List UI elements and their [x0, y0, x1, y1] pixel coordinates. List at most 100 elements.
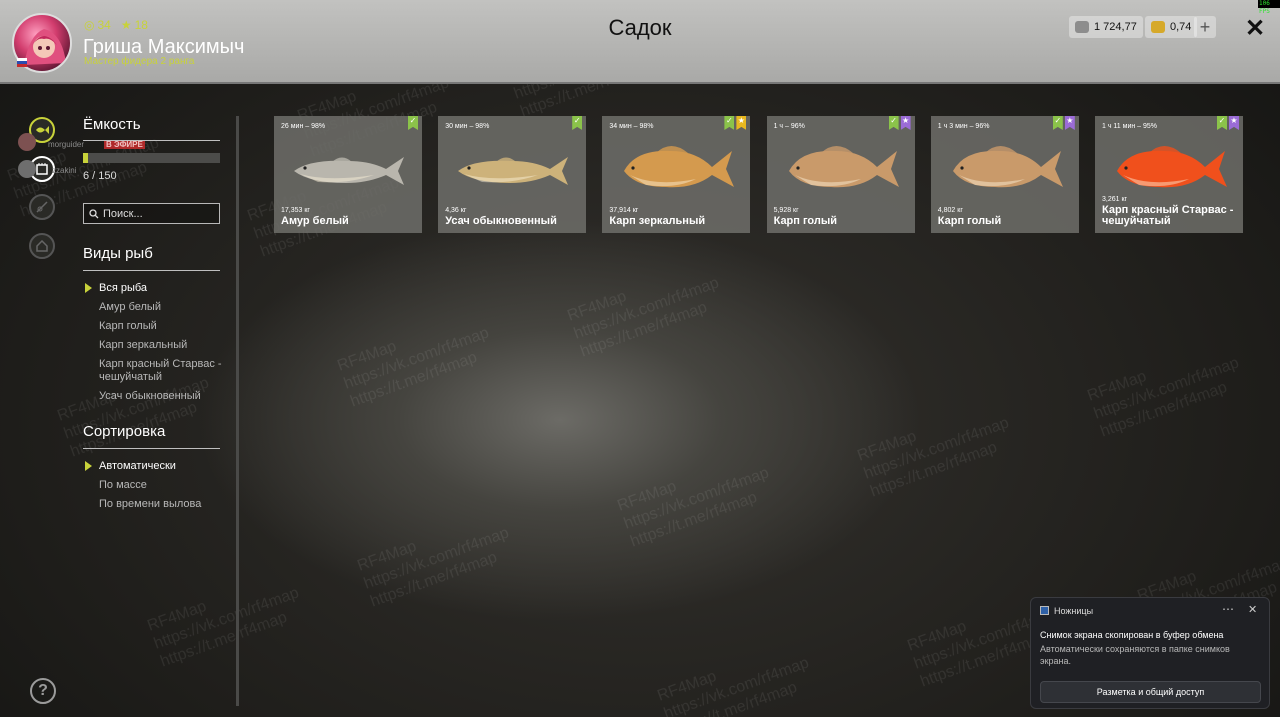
fish-fin	[332, 157, 352, 162]
fish-eye	[467, 166, 471, 170]
species-filter-item[interactable]: Карп зеркальный	[83, 339, 233, 352]
fish-weight: 5,928 кг	[773, 207, 799, 214]
fish-eye	[631, 166, 635, 170]
fish-card[interactable]: 1 ч 3 мин – 96% ✓ ★ 4,802 кг Карп голый	[930, 116, 1079, 233]
fish-name: Карп зеркальный	[609, 215, 706, 227]
species-filter-item[interactable]: Карп голый	[83, 320, 233, 333]
watermark-text: RF4Maphttps://vk.com/rf4maphttps://t.me/…	[335, 324, 492, 411]
toast-title: Снимок экрана скопирован в буфер обмена	[1040, 630, 1224, 640]
sort-option-item[interactable]: Автоматически	[83, 460, 233, 473]
markup-and-share-button[interactable]: Разметка и общий доступ	[1040, 681, 1261, 703]
fish-image	[788, 146, 899, 188]
fish-weight: 37,914 кг	[609, 207, 639, 214]
watermark-text: RF4Maphttps://vk.com/rf4maphttps://t.me/…	[565, 274, 722, 361]
species-filter-item[interactable]: Амур белый	[83, 301, 233, 314]
rod-icon[interactable]	[29, 194, 55, 220]
help-icon[interactable]: ?	[30, 678, 56, 704]
fish-fin	[820, 146, 853, 153]
divider	[83, 448, 220, 449]
silver-balance: 1 724,77	[1069, 16, 1143, 38]
fish-badges: ✓ ★	[724, 116, 747, 130]
player-rank: Мастер фидера 2 ранга	[84, 56, 195, 67]
fish-fin	[656, 146, 689, 153]
snipping-tool-notification: Ножницы ⋯ ✕ Снимок экрана скопирован в б…	[1030, 597, 1270, 709]
live-badge: В ЭФИРЕ	[104, 140, 145, 149]
catch-time-quality: 1 ч 11 мин – 95%	[1102, 123, 1158, 130]
fish-fin	[496, 157, 517, 162]
capacity-bar	[83, 153, 220, 163]
selected-arrow-icon	[85, 461, 92, 471]
fish-fin	[1149, 146, 1181, 153]
watermark-text: RF4Maphttps://vk.com/rf4maphttps://t.me/…	[1085, 354, 1242, 441]
species-filter-item[interactable]: Вся рыба	[83, 282, 233, 295]
species-filter-list: Вся рыба Амур белый Карп голый Карп зеркаль…	[83, 282, 233, 409]
fish-card[interactable]: 30 мин – 98% ✓ 4,36 кг Усач обыкновенный	[438, 116, 587, 233]
check-badge-icon: ✓	[888, 116, 899, 130]
search-input[interactable]: Поиск...	[83, 203, 220, 224]
fish-eye	[960, 166, 964, 170]
top-bar: ◎ 34 ★ 18 Гриша Максимыч Мастер фидера 2 р…	[0, 0, 1280, 84]
fish-weight: 17,353 кг	[281, 207, 310, 214]
fish-card[interactable]: 1 ч – 96% ✓ ★ 5,928 кг Карп голый	[766, 116, 915, 233]
rare-badge-icon: ★	[1229, 116, 1239, 130]
stream-user-avatar	[18, 133, 36, 151]
silver-coin-icon	[1075, 21, 1089, 33]
capacity-bar-fill	[83, 153, 89, 163]
fish-badges: ✓ ★	[1217, 116, 1239, 130]
fish-image	[294, 157, 404, 185]
capacity-heading: Ёмкость	[83, 116, 141, 133]
divider	[83, 140, 220, 141]
fish-weight: 4,802 кг	[937, 207, 963, 214]
fish-name: Карп голый	[937, 215, 1002, 227]
stream-user-name-2: zzakini	[52, 166, 77, 175]
gold-coin-icon	[1151, 21, 1165, 33]
stream-user-avatar-2	[18, 160, 36, 178]
check-badge-icon: ✓	[408, 116, 418, 130]
search-icon	[89, 208, 99, 218]
add-gold-button[interactable]: +	[1194, 16, 1216, 38]
check-badge-icon: ✓	[1217, 116, 1227, 130]
watermark-text: RF4Maphttps://vk.com/rf4maphttps://t.me/…	[145, 584, 302, 671]
home-icon[interactable]	[29, 233, 55, 259]
fish-eye	[795, 166, 800, 170]
country-flag-icon	[17, 58, 27, 67]
close-icon[interactable]: ✕	[1243, 14, 1267, 42]
toast-body: Автоматически сохраняются в папке снимко…	[1040, 644, 1230, 666]
toast-close-icon[interactable]: ✕	[1248, 603, 1257, 616]
catch-time-quality: 34 мин – 98%	[609, 123, 654, 130]
species-heading: Виды рыб	[83, 245, 153, 262]
species-filter-item[interactable]: Карп красный Старвас - чешуйчатый	[83, 358, 233, 384]
fish-weight: 4,36 кг	[445, 207, 467, 214]
trophy-badge-icon: ★	[736, 116, 747, 130]
toast-app-name: Ножницы	[1054, 606, 1094, 616]
divider	[83, 270, 220, 271]
catch-time-quality: 1 ч – 96%	[773, 123, 805, 130]
fish-weight: 3,261 кг	[1102, 196, 1128, 203]
fish-badges: ✓	[572, 116, 583, 130]
more-options-icon[interactable]: ⋯	[1222, 602, 1234, 616]
sort-option-item[interactable]: По массе	[83, 479, 233, 492]
sort-option-item[interactable]: По времени вылова	[83, 498, 233, 511]
fish-fin	[984, 146, 1017, 153]
fish-eye	[1124, 166, 1128, 170]
fish-badges: ✓ ★	[1052, 116, 1075, 130]
check-badge-icon: ✓	[572, 116, 583, 130]
watermark-text: RF4Maphttps://vk.com/rf4maphttps://t.me/…	[615, 464, 772, 551]
check-badge-icon: ✓	[1052, 116, 1063, 130]
watermark-text: RF4Maphttps://vk.com/rf4maphttps://t.me/…	[655, 654, 812, 717]
fish-name: Амур белый	[281, 215, 349, 227]
fish-image	[458, 157, 569, 185]
check-badge-icon: ✓	[724, 116, 735, 130]
fish-card[interactable]: 1 ч 11 мин – 95% ✓ ★ 3,261 кг Карп красный С…	[1095, 116, 1243, 233]
species-filter-item[interactable]: Усач обыкновенный	[83, 390, 233, 403]
fish-badges: ✓ ★	[888, 116, 911, 130]
fish-card[interactable]: 26 мин – 98% ✓ 17,353 кг Амур белый	[274, 116, 422, 233]
fish-eye	[303, 166, 307, 170]
fish-name: Карп голый	[773, 215, 838, 227]
capacity-text: 6 / 150	[83, 170, 117, 182]
search-placeholder: Поиск...	[103, 207, 143, 220]
fish-image	[952, 146, 1063, 188]
fish-image	[624, 146, 735, 188]
fish-card[interactable]: 34 мин – 98% ✓ ★ 37,914 кг Карп зеркальный	[602, 116, 751, 233]
catch-time-quality: 1 ч 3 мин – 96%	[937, 123, 990, 130]
